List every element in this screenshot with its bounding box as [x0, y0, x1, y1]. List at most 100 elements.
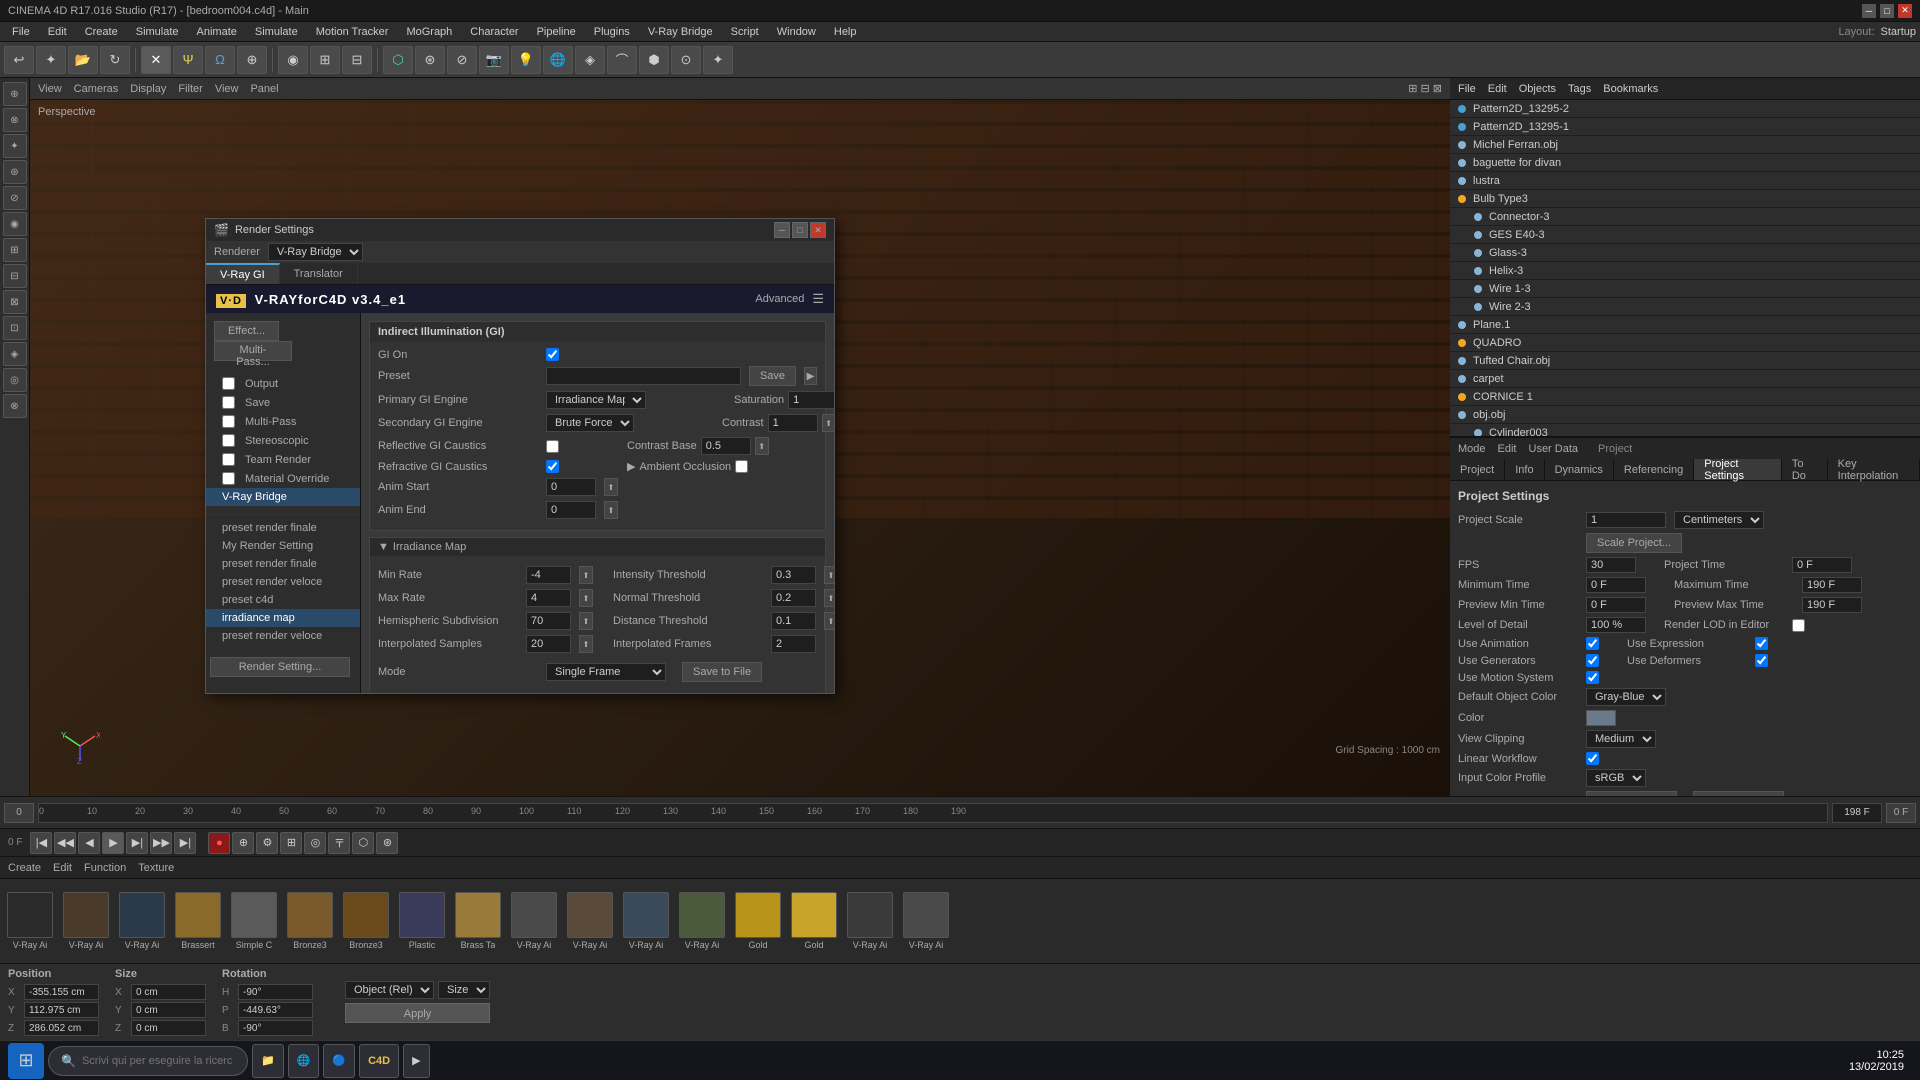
list-item[interactable]: lustra — [1450, 172, 1920, 190]
color-swatch[interactable] — [1586, 710, 1616, 726]
vray-tab-gi[interactable]: V-Ray GI — [206, 263, 280, 284]
menu-plugins[interactable]: Plugins — [586, 25, 638, 39]
min-rate-input[interactable] — [526, 566, 571, 584]
undo-button[interactable]: ↩ — [4, 46, 34, 74]
left-btn-5[interactable]: ⊘ — [3, 186, 27, 210]
list-item[interactable]: Wire 1-3 — [1450, 280, 1920, 298]
pos-z-input[interactable] — [24, 1020, 99, 1036]
record-btn[interactable]: ● — [208, 832, 230, 854]
preview-max-input[interactable] — [1802, 597, 1862, 613]
tab-referencing[interactable]: Referencing — [1614, 459, 1694, 480]
dialog-minimize-btn[interactable]: ─ — [774, 222, 790, 238]
menu-mograph[interactable]: MoGraph — [398, 25, 460, 39]
auto-key-btn[interactable]: ⊕ — [232, 832, 254, 854]
sidebar-item-team-render[interactable]: Team Render — [206, 450, 360, 469]
mode-edit[interactable]: Edit — [53, 862, 72, 874]
intensity-spinner[interactable]: ⬆ — [824, 566, 834, 584]
left-btn-3[interactable]: ✦ — [3, 134, 27, 158]
menu-help[interactable]: Help — [826, 25, 865, 39]
interpolated-frames-input[interactable] — [771, 635, 816, 653]
distance-threshold-spinner[interactable]: ⬆ — [824, 612, 834, 630]
sidebar-item-v-ray-bridge[interactable]: V-Ray Bridge — [206, 488, 360, 506]
taskbar-app-c4d[interactable]: C4D — [359, 1044, 399, 1078]
list-item[interactable]: CORNICE 1 — [1450, 388, 1920, 406]
reflective-gi-checkbox[interactable] — [546, 440, 559, 453]
anim-start-input[interactable] — [546, 478, 596, 496]
left-btn-6[interactable]: ◉ — [3, 212, 27, 236]
open-button[interactable]: 📂 — [68, 46, 98, 74]
render-preset-item[interactable]: preset render veloce — [206, 573, 360, 591]
menu-create[interactable]: Create — [77, 25, 126, 39]
menu-simulate2[interactable]: Simulate — [247, 25, 306, 39]
vray-advanced-label[interactable]: Advanced — [755, 293, 804, 305]
viewport-menu-filter[interactable]: Filter — [178, 83, 202, 95]
left-btn-12[interactable]: ◎ — [3, 368, 27, 392]
tab-key-interpolation[interactable]: Key Interpolation — [1828, 459, 1920, 480]
mesh-btn[interactable]: ⬢ — [639, 46, 669, 74]
list-item[interactable]: Bulb Type3 — [1450, 190, 1920, 208]
min-rate-spinner[interactable]: ⬆ — [579, 566, 593, 584]
tab-project[interactable]: Project — [1450, 459, 1505, 480]
viewport-menu-display[interactable]: Display — [130, 83, 166, 95]
list-item[interactable]: QUADRO — [1450, 334, 1920, 352]
motion-btn[interactable]: 〒 — [328, 832, 350, 854]
close-button[interactable]: ✕ — [1898, 4, 1912, 18]
material-item[interactable]: V-Ray Ai — [564, 892, 616, 950]
render-preset-item[interactable]: preset render finale — [206, 519, 360, 537]
intensity-input[interactable] — [771, 566, 816, 584]
lod-input[interactable] — [1586, 617, 1646, 633]
preset-input[interactable] — [546, 367, 741, 385]
preset-save-btn[interactable]: Save — [749, 366, 796, 386]
material-item[interactable]: Gold — [732, 892, 784, 950]
use-deformers-checkbox[interactable] — [1755, 654, 1768, 667]
menu-script[interactable]: Script — [723, 25, 767, 39]
menu-file[interactable]: File — [4, 25, 38, 39]
main-viewport[interactable]: View Cameras Display Filter View Panel ⊞… — [30, 78, 1450, 796]
rot-b-input[interactable] — [238, 1020, 313, 1036]
mode-texture[interactable]: Texture — [138, 862, 174, 874]
render-lod-checkbox[interactable] — [1792, 619, 1805, 632]
apply-button[interactable]: Apply — [345, 1003, 490, 1023]
frame-end[interactable]: 0 F — [1886, 803, 1916, 823]
left-btn-9[interactable]: ⊠ — [3, 290, 27, 314]
snap-btn[interactable]: ⊞ — [280, 832, 302, 854]
camera-btn[interactable]: 📷 — [479, 46, 509, 74]
frame-start[interactable]: 0 — [4, 803, 34, 823]
input-color-select[interactable]: sRGB — [1586, 769, 1646, 787]
light-btn[interactable]: 💡 — [511, 46, 541, 74]
menu-character[interactable]: Character — [462, 25, 526, 39]
left-btn-11[interactable]: ◈ — [3, 342, 27, 366]
maximize-button[interactable]: □ — [1880, 4, 1894, 18]
list-item[interactable]: Helix-3 — [1450, 262, 1920, 280]
list-item[interactable]: Glass-3 — [1450, 244, 1920, 262]
list-item[interactable]: Pattern2D_13295-1 — [1450, 118, 1920, 136]
size-x-input[interactable] — [131, 984, 206, 1000]
effector-btn[interactable]: ✦ — [703, 46, 733, 74]
contrast-base-input[interactable] — [701, 437, 751, 455]
view-clipping-select[interactable]: Medium — [1586, 730, 1656, 748]
nurbs-btn[interactable]: ⊛ — [415, 46, 445, 74]
obj-mgr-objects[interactable]: Objects — [1519, 83, 1556, 95]
left-btn-7[interactable]: ⊞ — [3, 238, 27, 262]
list-item[interactable]: obj.obj — [1450, 406, 1920, 424]
play-back-btn[interactable]: ◀◀ — [54, 832, 76, 854]
list-item[interactable]: baguette for divan — [1450, 154, 1920, 172]
normal-threshold-input[interactable] — [771, 589, 816, 607]
cache-btn[interactable]: ◎ — [304, 832, 326, 854]
distance-threshold-input[interactable] — [771, 612, 816, 630]
refractive-gi-checkbox[interactable] — [546, 460, 559, 473]
preset-next-btn[interactable]: ▶ — [804, 367, 817, 385]
render-region[interactable]: ⊞ — [310, 46, 340, 74]
mode-pan[interactable]: ⊕ — [237, 46, 267, 74]
viewport-menu-cameras[interactable]: Cameras — [74, 83, 119, 95]
max-rate-input[interactable] — [526, 589, 571, 607]
viewport-menu-panel[interactable]: Panel — [250, 83, 278, 95]
spline-btn[interactable]: ⌒ — [607, 46, 637, 74]
primary-gi-select[interactable]: Irradiance Map — [546, 391, 646, 409]
min-time-input[interactable] — [1586, 577, 1646, 593]
vray-tab-translator[interactable]: Translator — [280, 263, 358, 284]
save-to-file-btn[interactable]: Save to File — [682, 662, 762, 682]
minimize-button[interactable]: ─ — [1862, 4, 1876, 18]
menu-motion-tracker[interactable]: Motion Tracker — [308, 25, 397, 39]
render-preset-item[interactable]: preset render veloce — [206, 627, 360, 645]
